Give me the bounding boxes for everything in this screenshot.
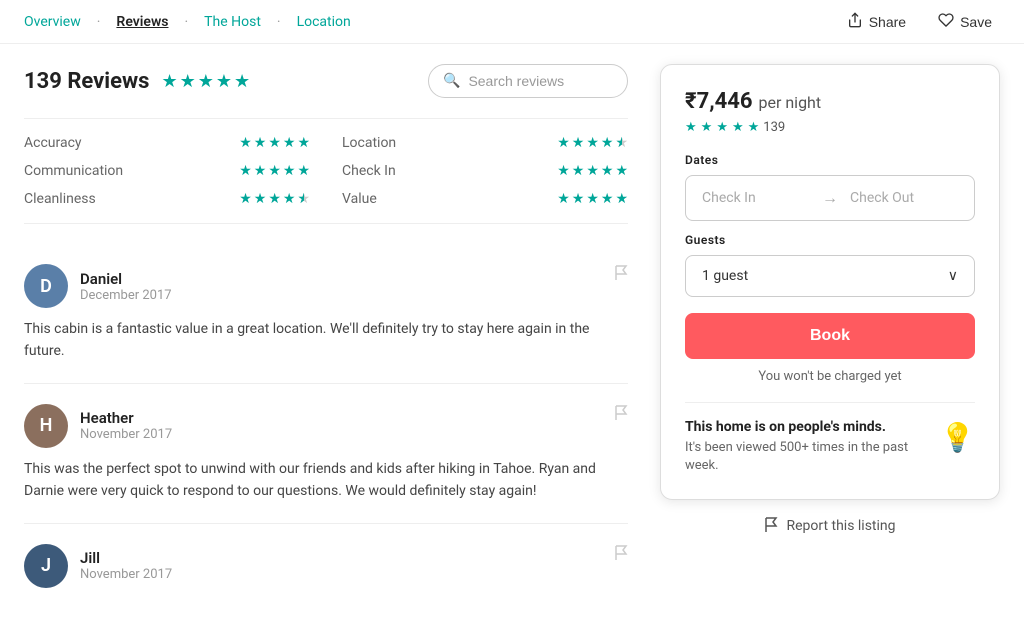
reviewer-name: Jill xyxy=(80,549,172,567)
minds-title: This home is on people's minds. xyxy=(685,419,928,435)
rating-value: Value ★ ★ ★ ★ ★ xyxy=(342,191,628,207)
review-date: November 2017 xyxy=(80,427,172,442)
star-1: ★ xyxy=(161,71,177,92)
review-date: December 2017 xyxy=(80,288,172,303)
reviews-title-group: 139 Reviews ★ ★ ★ ★ ★ xyxy=(24,69,250,94)
search-box: 🔍 xyxy=(428,64,628,98)
location-stars: ★ ★ ★ ★ ★★ xyxy=(557,135,628,151)
report-label: Report this listing xyxy=(786,518,895,534)
share-label: Share xyxy=(869,14,906,30)
value-label: Value xyxy=(342,191,377,207)
ratings-grid: Accuracy ★ ★ ★ ★ ★ Location ★ ★ ★ ★ xyxy=(24,118,628,224)
dates-section: Dates Check In → Check Out xyxy=(685,153,975,221)
reviews-title: 139 Reviews xyxy=(24,69,149,94)
nav-actions: Share Save xyxy=(839,8,1000,35)
accuracy-label: Accuracy xyxy=(24,135,82,151)
report-flag-icon xyxy=(764,516,778,536)
review-list: D Daniel December 2017 This cabin is a f… xyxy=(24,244,628,618)
overall-stars: ★ ★ ★ ★ ★ xyxy=(161,71,250,92)
date-input-row[interactable]: Check In → Check Out xyxy=(685,175,975,221)
review-item: D Daniel December 2017 This cabin is a f… xyxy=(24,244,628,384)
nav-overview[interactable]: Overview xyxy=(24,14,81,30)
nav-the-host[interactable]: The Host xyxy=(204,14,261,30)
rating-accuracy: Accuracy ★ ★ ★ ★ ★ xyxy=(24,135,310,151)
checkin-label: Check In xyxy=(342,163,396,179)
heart-icon xyxy=(938,12,954,31)
card-stars: ★ ★ ★ ★ ★ 139 xyxy=(685,120,975,135)
star-2: ★ xyxy=(180,71,196,92)
price-row: ₹7,446 per night xyxy=(685,89,975,114)
nav-links: Overview · Reviews · The Host · Location xyxy=(24,14,351,30)
save-button[interactable]: Save xyxy=(930,8,1000,35)
review-text: This cabin is a fantastic value in a gre… xyxy=(24,318,628,363)
arrow-icon: → xyxy=(822,188,838,208)
reviews-header: 139 Reviews ★ ★ ★ ★ ★ 🔍 xyxy=(24,64,628,98)
dates-label: Dates xyxy=(685,153,975,167)
review-text: This was the perfect spot to unwind with… xyxy=(24,458,628,503)
search-input[interactable] xyxy=(468,73,608,89)
check-in-placeholder: Check In xyxy=(702,190,810,206)
checkin-stars: ★ ★ ★ ★ ★ xyxy=(557,163,628,179)
rating-location: Location ★ ★ ★ ★ ★★ xyxy=(342,135,628,151)
location-label: Location xyxy=(342,135,396,151)
review-header: D Daniel December 2017 xyxy=(24,264,628,308)
rating-checkin: Check In ★ ★ ★ ★ ★ xyxy=(342,163,628,179)
book-button[interactable]: Book xyxy=(685,313,975,359)
check-out-placeholder: Check Out xyxy=(850,190,958,206)
review-date: November 2017 xyxy=(80,567,172,582)
save-label: Save xyxy=(960,14,992,30)
communication-stars: ★ ★ ★ ★ ★ xyxy=(239,163,310,179)
reviewer-name: Daniel xyxy=(80,270,172,288)
booking-card: ₹7,446 per night ★ ★ ★ ★ ★ 139 Dates Che… xyxy=(660,64,1000,500)
reviews-section: 139 Reviews ★ ★ ★ ★ ★ 🔍 Accuracy ★ xyxy=(24,64,628,618)
minds-section: This home is on people's minds. It's bee… xyxy=(685,419,975,475)
avatar-daniel: D xyxy=(24,264,68,308)
cleanliness-stars: ★ ★ ★ ★ ★★ xyxy=(239,191,310,207)
no-charge-text: You won't be charged yet xyxy=(685,369,975,384)
review-header: H Heather November 2017 xyxy=(24,404,628,448)
guests-label: Guests xyxy=(685,233,975,247)
chevron-down-icon: ∨ xyxy=(948,268,958,284)
avatar-heather: H xyxy=(24,404,68,448)
flag-button[interactable] xyxy=(614,264,628,285)
accuracy-stars: ★ ★ ★ ★ ★ xyxy=(239,135,310,151)
cleanliness-label: Cleanliness xyxy=(24,191,96,207)
guests-select[interactable]: 1 guest ∨ xyxy=(685,255,975,297)
reviewer-name: Heather xyxy=(80,409,172,427)
per-night: per night xyxy=(758,93,821,112)
guests-section: Guests 1 guest ∨ xyxy=(685,233,975,297)
rating-cleanliness: Cleanliness ★ ★ ★ ★ ★★ xyxy=(24,191,310,207)
star-4: ★ xyxy=(216,71,232,92)
main-content: 139 Reviews ★ ★ ★ ★ ★ 🔍 Accuracy ★ xyxy=(0,44,1024,638)
value-stars: ★ ★ ★ ★ ★ xyxy=(557,191,628,207)
avatar-jill: J xyxy=(24,544,68,588)
divider xyxy=(685,402,975,403)
review-header: J Jill November 2017 xyxy=(24,544,628,588)
share-icon xyxy=(847,12,863,31)
review-item: H Heather November 2017 This was the per… xyxy=(24,384,628,524)
review-item: J Jill November 2017 xyxy=(24,524,628,618)
star-3: ★ xyxy=(198,71,214,92)
lightbulb-icon: 💡 xyxy=(940,421,975,454)
share-button[interactable]: Share xyxy=(839,8,914,35)
nav-location[interactable]: Location xyxy=(297,14,351,30)
right-column: ₹7,446 per night ★ ★ ★ ★ ★ 139 Dates Che… xyxy=(660,64,1000,618)
flag-button[interactable] xyxy=(614,544,628,565)
rating-communication: Communication ★ ★ ★ ★ ★ xyxy=(24,163,310,179)
card-review-count: 139 xyxy=(763,120,785,135)
guests-value: 1 guest xyxy=(702,268,748,284)
minds-desc: It's been viewed 500+ times in the past … xyxy=(685,439,928,475)
price: ₹7,446 xyxy=(685,89,752,114)
top-nav: Overview · Reviews · The Host · Location… xyxy=(0,0,1024,44)
star-5: ★ xyxy=(234,71,250,92)
flag-button[interactable] xyxy=(614,404,628,425)
communication-label: Communication xyxy=(24,163,123,179)
search-icon: 🔍 xyxy=(443,73,460,89)
report-section[interactable]: Report this listing xyxy=(660,500,1000,552)
nav-reviews[interactable]: Reviews xyxy=(116,14,168,30)
